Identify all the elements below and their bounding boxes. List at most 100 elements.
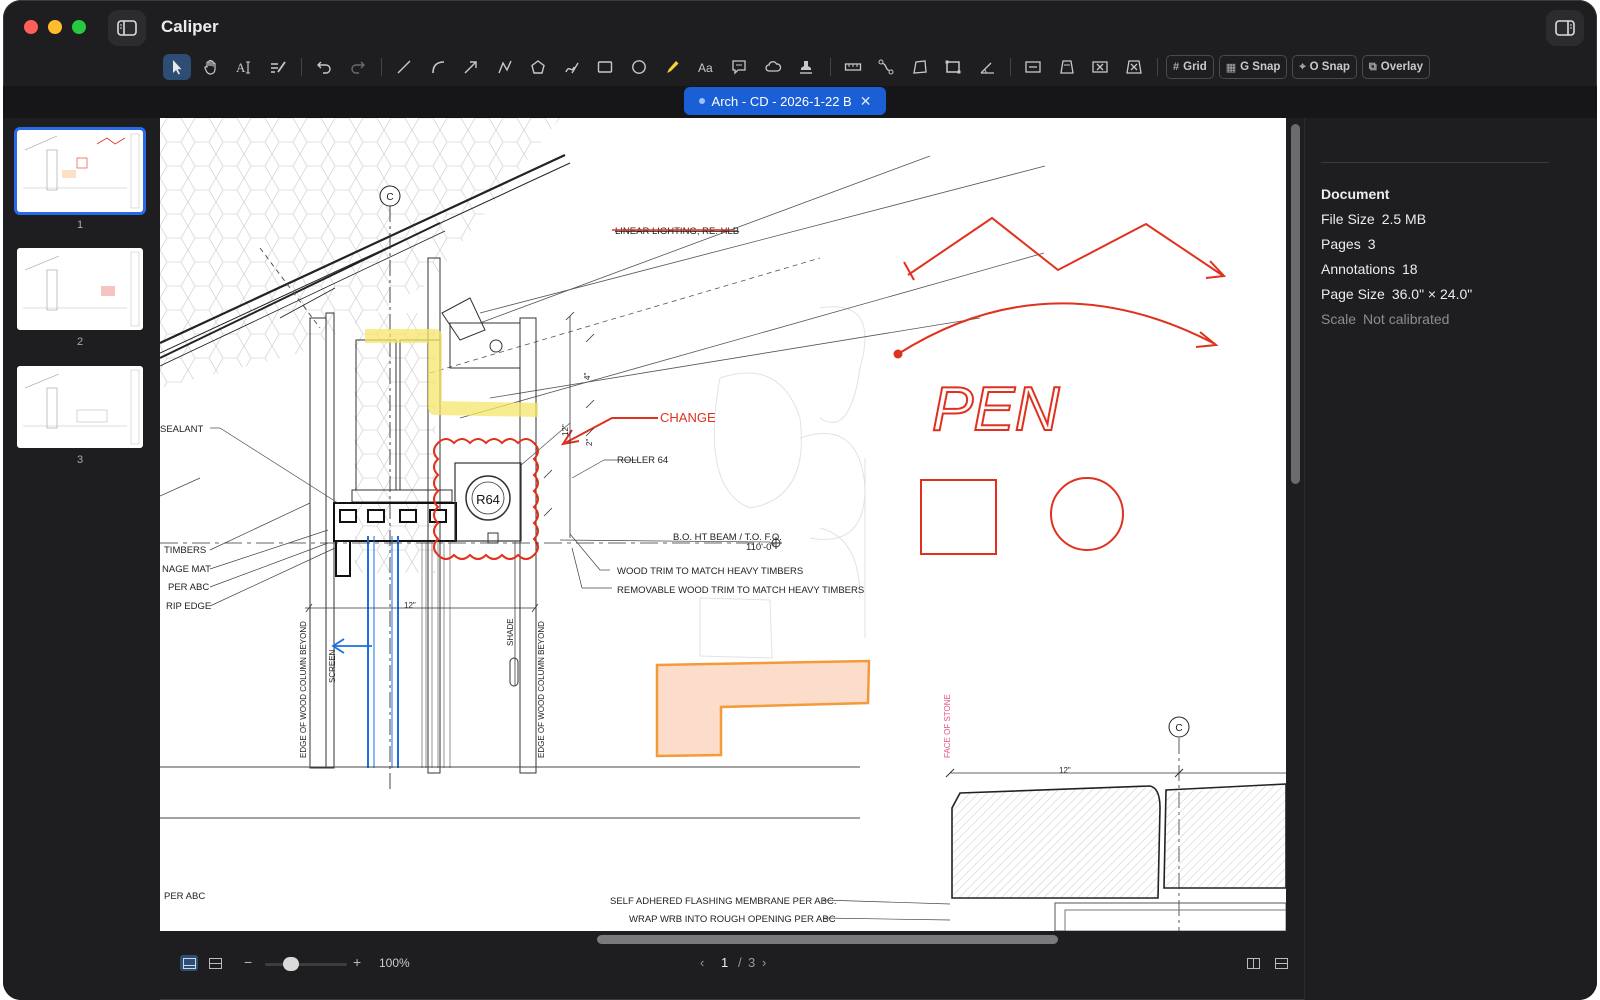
tool-stamp[interactable]: [792, 54, 820, 80]
pen-text-markup[interactable]: PEN: [931, 374, 1061, 445]
tool-area-rect[interactable]: [939, 54, 967, 80]
inspector-row-pages: Pages 3: [1321, 236, 1376, 252]
zoom-in-button[interactable]: +: [353, 954, 361, 970]
grid-label: Grid: [1183, 61, 1207, 73]
redo-button[interactable]: [344, 54, 372, 80]
tool-count[interactable]: [1086, 54, 1114, 80]
dim-12-b: 12": [561, 424, 570, 436]
tool-arc[interactable]: [424, 54, 452, 80]
grid-snap-label: G Snap: [1240, 61, 1281, 73]
next-page-button[interactable]: ›: [762, 955, 766, 970]
drawing-sheet: C R64 CHANGE LINEAR LIGHTING, RE: HLB SE…: [160, 118, 1286, 931]
area-polygon-icon: [912, 60, 927, 74]
roller-tag-label: R64: [476, 492, 500, 507]
tool-angle[interactable]: [973, 54, 1001, 80]
arc-arrow-markup[interactable]: [897, 302, 1216, 355]
split-horizontal-button[interactable]: [1272, 955, 1290, 971]
tool-text-edit[interactable]: [264, 54, 292, 80]
select-arrow-icon: [173, 60, 182, 75]
tool-ellipse[interactable]: [625, 54, 653, 80]
ruler-measure-icon: [844, 63, 861, 71]
inspector-heading: Document: [1321, 186, 1390, 202]
svg-text:A: A: [236, 60, 246, 75]
label-sealant: SEALANT: [160, 424, 203, 435]
undo-button[interactable]: [310, 54, 338, 80]
page-thumbnail-3-preview: [23, 369, 140, 445]
grid-toggle-button[interactable]: # Grid: [1166, 55, 1214, 79]
inspector-row-scale[interactable]: Scale Not calibrated: [1321, 311, 1449, 327]
tool-cloud[interactable]: [759, 54, 787, 80]
object-snap-toggle-button[interactable]: ⌖ O Snap: [1292, 55, 1357, 79]
previous-page-button[interactable]: ‹: [700, 955, 704, 970]
tool-volume[interactable]: [1120, 54, 1148, 80]
object-snap-icon: ⌖: [1299, 60, 1306, 73]
inspector-key: Page Size: [1321, 286, 1385, 302]
tool-highlighter[interactable]: [658, 54, 686, 80]
ellipse-markup[interactable]: [1050, 477, 1124, 551]
tool-pan[interactable]: [197, 54, 225, 80]
grid-snap-toggle-button[interactable]: ▦ G Snap: [1218, 55, 1288, 79]
orange-area-markup[interactable]: [655, 659, 871, 758]
page-thumbnail-1-preview: [23, 133, 140, 209]
label-edge-column-right: EDGE OF WOOD COLUMN BEYOND: [537, 621, 546, 758]
arrow-icon: [464, 61, 477, 74]
vertical-scroll-thumb[interactable]: [1291, 124, 1300, 484]
rectangle-markup[interactable]: [920, 479, 997, 555]
tool-rectangle[interactable]: [591, 54, 619, 80]
inspector-value: 3: [1367, 236, 1376, 252]
inspector-value: 18: [1401, 261, 1418, 277]
single-page-view-button[interactable]: [180, 955, 198, 971]
tool-line[interactable]: [390, 54, 418, 80]
page-thumbnail-2[interactable]: [17, 248, 143, 330]
text-select-icon: A: [236, 60, 250, 75]
inspector-value: 2.5 MB: [1381, 211, 1427, 227]
zoom-window-button[interactable]: [72, 20, 86, 34]
tool-polyline[interactable]: [491, 54, 519, 80]
blue-arrow-markup[interactable]: [331, 638, 372, 654]
split-view-button[interactable]: [1244, 955, 1262, 971]
label-linear-lighting: LINEAR LIGHTING, RE: HLB: [615, 226, 739, 237]
toggle-inspector-button[interactable]: [1546, 10, 1584, 46]
horizontal-scroll-thumb[interactable]: [597, 935, 1058, 944]
close-window-button[interactable]: [24, 20, 38, 34]
split-horizontal-icon: [1274, 957, 1288, 969]
zoom-out-button[interactable]: −: [244, 954, 252, 970]
page-thumbnail-1[interactable]: [17, 130, 143, 212]
minimize-window-button[interactable]: [48, 20, 62, 34]
continuous-view-button[interactable]: [206, 955, 224, 971]
zoom-level[interactable]: 100%: [379, 956, 410, 970]
tool-text-select[interactable]: A: [230, 54, 258, 80]
zigzag-arrow-markup[interactable]: [907, 216, 1223, 276]
tool-freehand[interactable]: [558, 54, 586, 80]
document-tab[interactable]: Arch - CD - 2026-1-22 B ✕: [684, 87, 886, 115]
tool-perimeter[interactable]: [1053, 54, 1081, 80]
tool-ruler[interactable]: [839, 54, 867, 80]
tool-path-measure[interactable]: [872, 54, 900, 80]
zoom-slider-knob[interactable]: [282, 957, 299, 971]
tool-arrow[interactable]: [457, 54, 485, 80]
drawing-canvas[interactable]: C R64 CHANGE LINEAR LIGHTING, RE: HLB SE…: [160, 118, 1286, 931]
perimeter-icon: [1059, 60, 1074, 74]
current-page-field[interactable]: 1: [721, 955, 728, 970]
inspector-value: Not calibrated: [1363, 311, 1450, 327]
inspector-panel: Document File Size 2.5 MB Pages 3 Annotati…: [1304, 118, 1597, 1000]
tool-polygon[interactable]: [524, 54, 552, 80]
volume-icon: [1125, 60, 1142, 74]
tool-segment[interactable]: [1019, 54, 1047, 80]
toggle-sidebar-button[interactable]: [108, 10, 146, 46]
zoom-slider[interactable]: [265, 963, 347, 966]
tool-area-polygon[interactable]: [906, 54, 934, 80]
toolbar: A Aa # Grid ▦ G Snap ⌖ O Snap ⧉ Overlay: [163, 53, 1435, 81]
app-window: Caliper A Aa # Grid ▦ G Snap ⌖ O Snap ⧉ …: [3, 0, 1597, 1000]
tool-callout[interactable]: [725, 54, 753, 80]
overlay-toggle-button[interactable]: ⧉ Overlay: [1361, 55, 1430, 79]
redo-icon: [350, 61, 365, 74]
tool-select[interactable]: [163, 54, 191, 80]
label-nage-mat: NAGE MAT: [162, 564, 211, 575]
inspector-key: Scale: [1321, 311, 1357, 327]
highlighter-icon: [667, 61, 679, 73]
page-thumbnail-3[interactable]: [17, 366, 143, 448]
tool-text[interactable]: Aa: [692, 54, 720, 80]
close-tab-icon[interactable]: ✕: [860, 93, 872, 110]
segment-measure-icon: [1025, 61, 1041, 73]
